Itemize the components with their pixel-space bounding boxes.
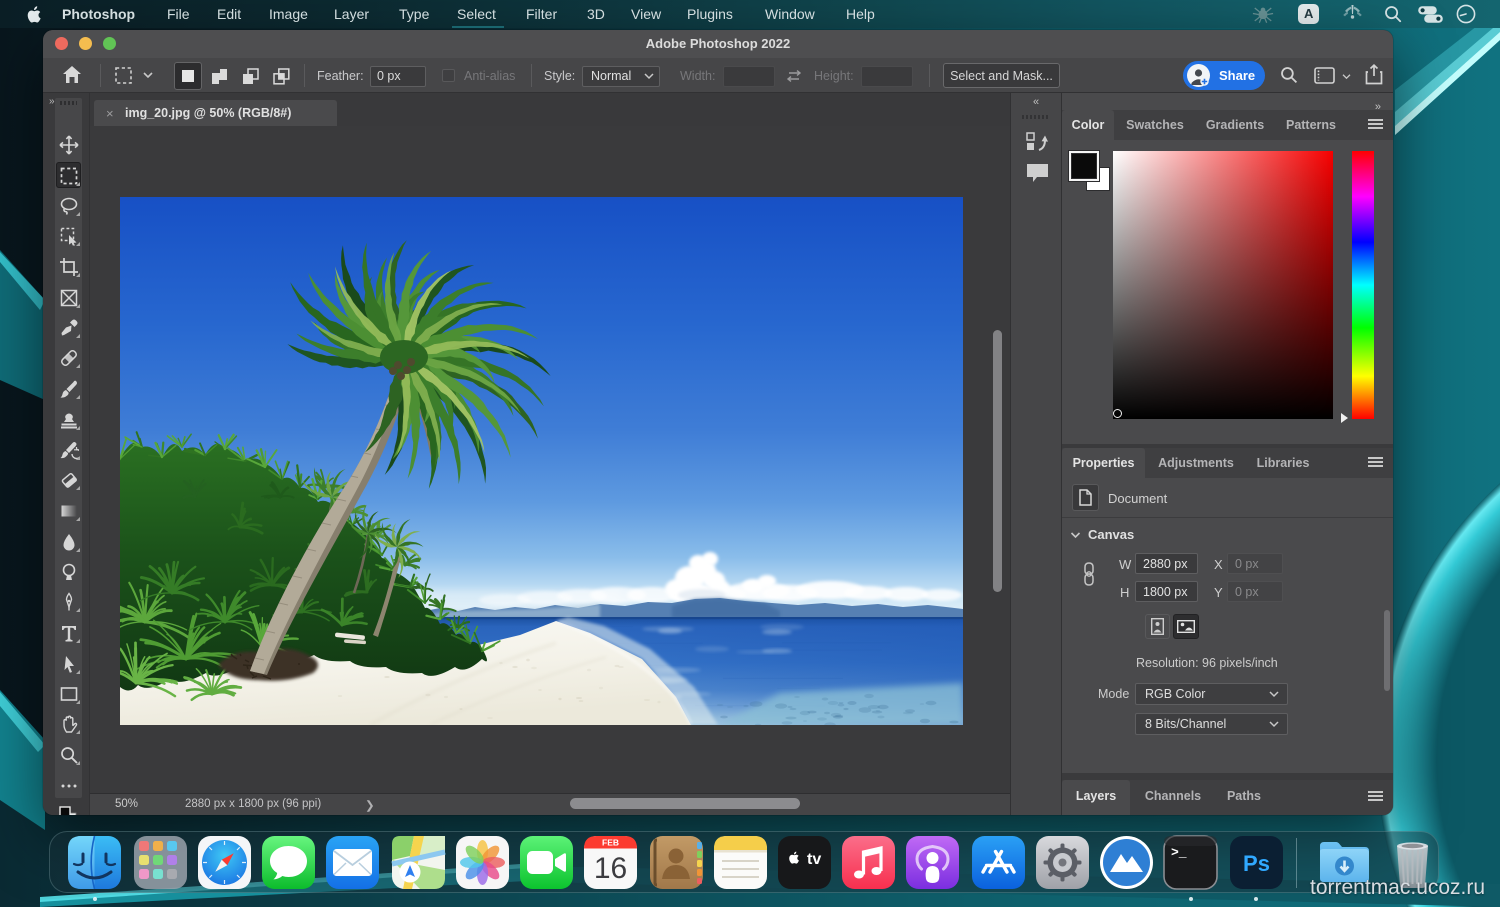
svg-text:16: 16 — [594, 852, 627, 885]
svg-text:tv: tv — [807, 851, 821, 868]
svg-text:>_: >_ — [1171, 845, 1187, 860]
svg-text:Ps: Ps — [1243, 851, 1270, 876]
svg-text:FEB: FEB — [602, 838, 619, 848]
